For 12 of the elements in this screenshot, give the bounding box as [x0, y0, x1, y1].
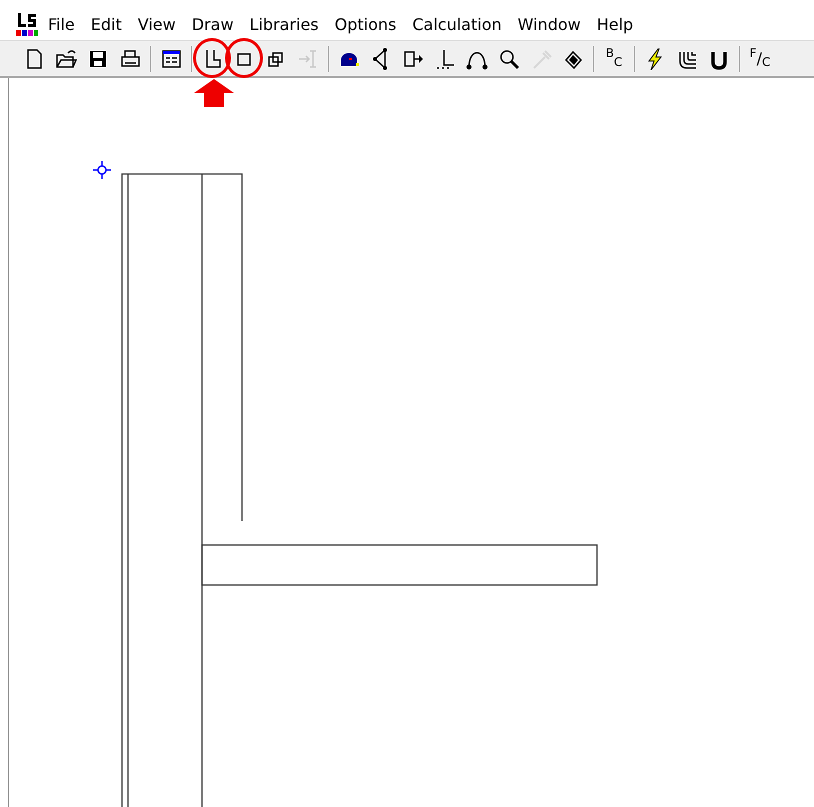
- menu-item[interactable]: Options: [326, 10, 404, 40]
- origin-marker-icon: [93, 161, 111, 179]
- toolbar-button[interactable]: $^{F}$/$_{C}$: [744, 42, 776, 74]
- menu-item[interactable]: Window: [510, 10, 589, 40]
- menu-item[interactable]: Edit: [82, 10, 130, 40]
- menu-item[interactable]: View: [130, 10, 184, 40]
- app-logo-icon: [14, 12, 40, 38]
- menu-item[interactable]: File: [40, 10, 83, 40]
- menu-item[interactable]: Help: [588, 10, 642, 40]
- menu-item[interactable]: Draw: [184, 10, 242, 40]
- menu-item[interactable]: Calculation: [404, 10, 510, 40]
- menu-item[interactable]: Libraries: [242, 10, 327, 40]
